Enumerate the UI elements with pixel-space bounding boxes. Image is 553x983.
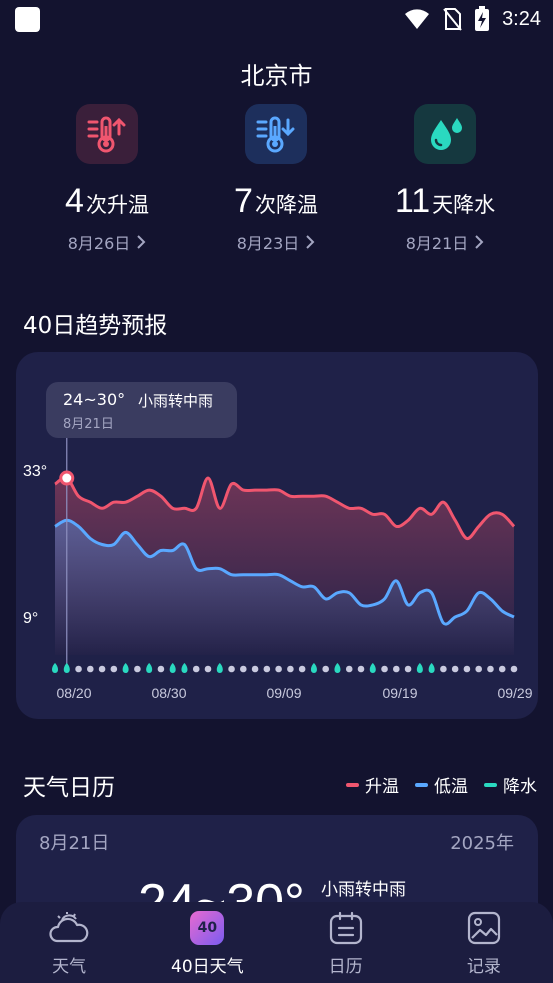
dry-day-dot	[487, 665, 494, 673]
dry-day-dot	[393, 665, 400, 673]
dry-day-dot	[510, 665, 518, 673]
badge-40: 40	[190, 911, 225, 945]
rain-drop-marker	[416, 663, 423, 673]
dry-day-dot	[157, 665, 165, 673]
calendar-date: 8月21日	[39, 833, 110, 854]
dry-day-dot	[381, 665, 388, 673]
dry-day-dot	[263, 665, 271, 673]
dry-day-dot	[357, 665, 365, 673]
nav-label-weather: 天气	[52, 957, 87, 977]
nav-label-40day: 40日天气	[171, 957, 244, 977]
nav-label-calendar: 日历	[328, 957, 363, 977]
rain-drop-marker	[310, 663, 317, 673]
tooltip-temp: 24~30°	[63, 390, 126, 409]
dry-day-dot	[298, 665, 306, 673]
calendar-title: 天气日历	[23, 775, 115, 801]
forty-day-badge-icon: 40	[187, 910, 227, 946]
trend-chart[interactable]	[0, 0, 553, 720]
x-label: 09/29	[497, 685, 533, 701]
dry-day-dot	[451, 665, 459, 673]
dry-day-dot	[240, 665, 247, 673]
y-label-bottom: 9°	[23, 610, 39, 627]
dry-day-dot	[345, 665, 353, 673]
dry-day-dot	[228, 665, 235, 673]
dry-day-dot	[110, 665, 118, 673]
rain-drop-marker	[63, 663, 70, 673]
dry-day-dot	[404, 665, 412, 673]
dry-day-dot	[87, 665, 94, 673]
dry-day-dot	[498, 665, 506, 673]
nav-item-weather[interactable]: 天气	[0, 902, 138, 983]
dry-day-dot	[475, 665, 482, 673]
x-label: 09/09	[266, 685, 302, 701]
calendar-icon	[326, 910, 366, 946]
rain-drop-marker	[428, 663, 435, 673]
bottom-nav: 天气 40 40日天气 日历 记录	[0, 902, 553, 983]
dry-day-dot	[251, 665, 259, 673]
legend-item-rain: 降水	[484, 772, 537, 797]
dry-day-dot	[204, 665, 212, 673]
dry-day-dot	[322, 665, 329, 673]
rain-drop-marker	[169, 663, 176, 673]
dry-day-dot	[192, 665, 200, 673]
rain-drop-marker	[52, 663, 58, 673]
image-record-icon	[464, 910, 504, 946]
rain-drop-marker	[146, 663, 153, 673]
dry-day-dot	[134, 665, 141, 673]
dry-day-dot	[440, 665, 447, 673]
rain-drop-marker	[216, 663, 223, 673]
rain-drop-marker	[181, 663, 188, 673]
x-label: 09/19	[382, 685, 418, 701]
rain-drop-marker	[334, 663, 341, 673]
nav-item-calendar[interactable]: 日历	[277, 902, 415, 983]
dry-day-dot	[98, 665, 106, 673]
sun-cloud-icon	[49, 910, 89, 946]
dry-day-dot	[75, 665, 82, 673]
calendar-year: 2025年	[450, 833, 514, 854]
rain-drop-marker	[122, 663, 129, 673]
selected-day-point	[59, 470, 75, 486]
chart-legend: 升温 低温 降水	[346, 772, 537, 797]
dry-day-dot	[275, 665, 282, 673]
tooltip-desc: 小雨转中雨	[138, 392, 214, 410]
dry-day-dot	[287, 665, 294, 673]
y-label-top: 33°	[23, 463, 48, 480]
legend-item-low: 低温	[415, 772, 468, 797]
calendar-desc: 小雨转中雨	[321, 880, 406, 900]
trend-tooltip: 24~30° 小雨转中雨 8月21日	[46, 382, 237, 438]
x-label: 08/30	[151, 685, 187, 701]
tooltip-date: 8月21日	[63, 417, 114, 432]
nav-item-record[interactable]: 记录	[415, 902, 553, 983]
x-label: 08/20	[56, 685, 92, 701]
nav-item-40day[interactable]: 40 40日天气	[138, 902, 276, 983]
dry-day-dot	[463, 665, 471, 673]
rain-drop-marker	[369, 663, 376, 673]
nav-label-record: 记录	[466, 957, 501, 977]
legend-item-high: 升温	[346, 772, 399, 797]
